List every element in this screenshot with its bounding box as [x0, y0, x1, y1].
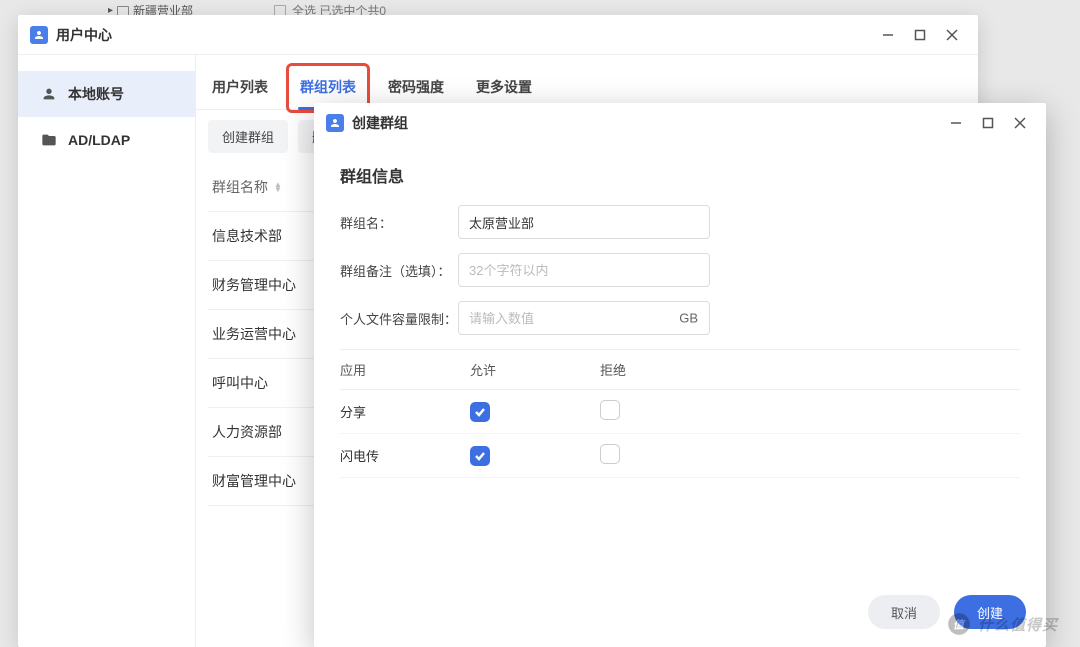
watermark: 值 什么值得买 [946, 611, 1058, 637]
window-title: 用户中心 [56, 25, 112, 45]
perm-app-name: 闪电传 [340, 446, 470, 465]
table-row: 分享 [340, 390, 1020, 434]
watermark-logo-icon: 值 [946, 611, 972, 637]
modal-footer: 取消 创建 [314, 581, 1046, 647]
form-row-quota: 个人文件容量限制： GB [340, 301, 1020, 335]
group-remark-input[interactable] [458, 253, 710, 287]
permissions-table: 应用 允许 拒绝 分享 闪电传 [340, 349, 1020, 478]
create-group-button[interactable]: 创建群组 [208, 120, 288, 153]
folder-icon [40, 131, 58, 149]
remark-label: 群组备注（选填）： [340, 261, 458, 280]
tab-label: 密码强度 [388, 79, 444, 95]
group-name: 呼叫中心 [212, 375, 268, 391]
cancel-button[interactable]: 取消 [868, 595, 940, 629]
col-deny: 拒绝 [600, 360, 1020, 379]
group-name: 业务运营中心 [212, 326, 296, 342]
modal-close-button[interactable] [1006, 111, 1034, 135]
tab-label: 更多设置 [476, 79, 532, 95]
group-name: 人力资源部 [212, 424, 282, 440]
watermark-text: 什么值得买 [978, 614, 1058, 635]
create-group-dialog: 创建群组 群组信息 群组名： 群组备注（选填）： 个人文件容量限制： GB 应用 [314, 103, 1046, 647]
svg-text:值: 值 [953, 618, 966, 631]
quota-label: 个人文件容量限制： [340, 309, 458, 328]
deny-checkbox[interactable] [600, 400, 620, 420]
titlebar: 用户中心 [18, 15, 978, 55]
sidebar-item-ad-ldap[interactable]: AD/LDAP [18, 117, 195, 163]
name-label: 群组名： [340, 213, 458, 232]
group-name-input[interactable] [458, 205, 710, 239]
sort-icon: ▲▼ [274, 182, 282, 192]
folder-icon [117, 6, 129, 16]
tabs: 用户列表 群组列表 密码强度 更多设置 [196, 55, 978, 110]
group-name: 信息技术部 [212, 228, 282, 244]
group-name: 财务管理中心 [212, 277, 296, 293]
sidebar-item-label: AD/LDAP [68, 132, 130, 148]
sidebar-item-label: 本地账号 [68, 84, 124, 104]
quota-input[interactable] [458, 301, 710, 335]
table-header: 应用 允许 拒绝 [340, 349, 1020, 390]
header-label: 群组名称 [212, 177, 268, 197]
maximize-button[interactable] [906, 23, 934, 47]
sidebar: 本地账号 AD/LDAP [18, 55, 196, 647]
user-app-icon [30, 26, 48, 44]
deny-checkbox[interactable] [600, 444, 620, 464]
user-app-icon [326, 114, 344, 132]
tab-label: 群组列表 [300, 79, 356, 95]
allow-checkbox[interactable] [470, 446, 490, 466]
section-title: 群组信息 [340, 163, 1020, 187]
close-button[interactable] [938, 23, 966, 47]
modal-maximize-button[interactable] [974, 111, 1002, 135]
col-allow: 允许 [470, 360, 600, 379]
modal-minimize-button[interactable] [942, 111, 970, 135]
tab-label: 用户列表 [212, 79, 268, 95]
minimize-button[interactable] [874, 23, 902, 47]
allow-checkbox[interactable] [470, 402, 490, 422]
sidebar-item-local-accounts[interactable]: 本地账号 [18, 71, 195, 117]
tab-user-list[interactable]: 用户列表 [196, 67, 284, 109]
user-icon [40, 85, 58, 103]
table-row: 闪电传 [340, 434, 1020, 478]
group-name: 财富管理中心 [212, 473, 296, 489]
col-app: 应用 [340, 360, 470, 379]
modal-body: 群组信息 群组名： 群组备注（选填）： 个人文件容量限制： GB 应用 允许 拒… [314, 143, 1046, 581]
perm-app-name: 分享 [340, 402, 470, 421]
quota-unit: GB [679, 311, 698, 326]
form-row-name: 群组名： [340, 205, 1020, 239]
modal-title: 创建群组 [352, 113, 408, 133]
modal-titlebar: 创建群组 [314, 103, 1046, 143]
form-row-remark: 群组备注（选填）： [340, 253, 1020, 287]
